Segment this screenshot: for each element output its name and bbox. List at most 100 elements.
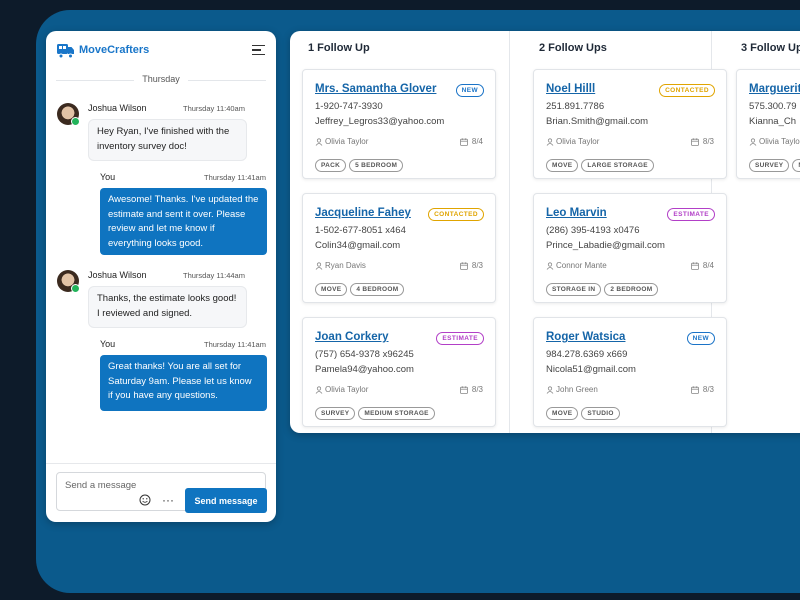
service-tag: PACK bbox=[315, 159, 347, 172]
assigned-agent: Olivia Taylor bbox=[315, 385, 368, 394]
lead-phone: 1-502-677-8051 x464 bbox=[315, 225, 406, 236]
lead-phone: (286) 395-4193 x0476 bbox=[546, 225, 640, 236]
tag-list: SURVEYMO bbox=[749, 154, 800, 172]
agent-name: John Green bbox=[556, 385, 598, 394]
assigned-agent: Olivia Taylor bbox=[546, 137, 599, 146]
person-icon bbox=[546, 261, 556, 270]
column-title: 1 Follow Up bbox=[308, 42, 370, 54]
date-value: 8/3 bbox=[471, 385, 483, 394]
online-status-dot bbox=[71, 284, 80, 293]
tag-list: MOVE LARGE STORAGE bbox=[546, 154, 657, 172]
lead-name-link[interactable]: Noel Hilll bbox=[546, 83, 595, 95]
lead-card[interactable]: Jacqueline Fahey CONTACTED 1-502-677-8051 … bbox=[302, 193, 496, 303]
online-status-dot bbox=[71, 117, 80, 126]
outgoing-message-bubble: Great thanks! You are all set for Saturd… bbox=[100, 355, 267, 411]
move-date: 8/4 bbox=[690, 261, 714, 270]
message-time: Thursday 11:44am bbox=[183, 271, 245, 280]
date-value: 8/3 bbox=[702, 137, 714, 146]
service-tag: MO bbox=[792, 159, 800, 172]
menu-bar bbox=[252, 49, 261, 51]
lead-card[interactable]: Noel Hilll CONTACTED 251.891.7786 Brian.Smi… bbox=[533, 69, 727, 179]
move-date: 8/3 bbox=[690, 137, 714, 146]
lead-email: Colin34@gmail.com bbox=[315, 240, 401, 251]
lead-name-link[interactable]: Jacqueline Fahey bbox=[315, 207, 411, 219]
assigned-agent: Ryan Davis bbox=[315, 261, 366, 270]
lead-name-link[interactable]: Joan Corkery bbox=[315, 331, 389, 343]
person-icon bbox=[546, 137, 556, 146]
assigned-agent: Olivia Taylor bbox=[315, 137, 368, 146]
lead-email: Jeffrey_Legros33@yahoo.com bbox=[315, 116, 445, 127]
lead-card[interactable]: Mrs. Samantha Glover NEW 1-920-747-3930 Jef… bbox=[302, 69, 496, 179]
column-title: 3 Follow Ups bbox=[741, 42, 800, 54]
lead-name-link[interactable]: Roger Watsica bbox=[546, 331, 625, 343]
lead-name-link[interactable]: Marguerite bbox=[749, 83, 800, 95]
lead-phone: 251.891.7786 bbox=[546, 101, 605, 112]
service-tag: LARGE STORAGE bbox=[581, 159, 654, 172]
agent-name: Ryan Davis bbox=[325, 261, 366, 270]
column-divider bbox=[509, 31, 510, 433]
chat-header: MoveCrafters bbox=[46, 31, 276, 69]
person-icon bbox=[315, 261, 325, 270]
emoji-icon[interactable] bbox=[139, 494, 151, 506]
status-badge: CONTACTED bbox=[428, 208, 484, 221]
move-date: 8/3 bbox=[690, 385, 714, 394]
agent-name: Olivia Taylor bbox=[759, 137, 800, 146]
calendar-icon bbox=[690, 385, 703, 394]
assigned-agent: Connor Mante bbox=[546, 261, 607, 270]
send-message-button[interactable]: Send message bbox=[185, 488, 267, 513]
lead-card[interactable]: Roger Watsica NEW 984.278.6369 x669 Nicola5… bbox=[533, 317, 727, 427]
message-sender: You bbox=[100, 172, 116, 182]
lead-card[interactable]: Joan Corkery ESTIMATE (757) 654-9378 x9624… bbox=[302, 317, 496, 427]
lead-name-link[interactable]: Mrs. Samantha Glover bbox=[315, 83, 436, 95]
lead-phone: (757) 654-9378 x96245 bbox=[315, 349, 414, 360]
lead-card[interactable]: Leo Marvin ESTIMATE (286) 395-4193 x0476 Pr… bbox=[533, 193, 727, 303]
message-time: Thursday 11:41am bbox=[204, 173, 266, 182]
lead-email: Prince_Labadie@gmail.com bbox=[546, 240, 665, 251]
person-icon bbox=[749, 137, 759, 146]
tag-list: STORAGE IN 2 BEDROOM bbox=[546, 278, 661, 296]
hamburger-menu-icon[interactable] bbox=[252, 45, 265, 56]
follow-up-board: 1 Follow Up 2 Follow Ups 3 Follow Ups Mr… bbox=[290, 31, 800, 433]
avatar[interactable] bbox=[57, 103, 80, 126]
service-tag: MOVE bbox=[546, 407, 579, 420]
lead-name-link[interactable]: Leo Marvin bbox=[546, 207, 607, 219]
message-sender: Joshua Wilson bbox=[88, 103, 147, 113]
message-time: Thursday 11:40am bbox=[183, 104, 245, 113]
status-badge: ESTIMATE bbox=[667, 208, 715, 221]
date-value: 8/4 bbox=[702, 261, 714, 270]
assigned-agent: John Green bbox=[546, 385, 598, 394]
message-time: Thursday 11:41am bbox=[204, 340, 266, 349]
date-value: 8/4 bbox=[471, 137, 483, 146]
calendar-icon bbox=[459, 137, 472, 146]
service-tag: 2 BEDROOM bbox=[604, 283, 659, 296]
service-tag: SURVEY bbox=[749, 159, 790, 172]
assigned-agent: Olivia Taylor bbox=[749, 137, 800, 146]
more-options-icon[interactable]: ··· bbox=[162, 493, 174, 507]
person-icon bbox=[546, 385, 556, 394]
status-badge: ESTIMATE bbox=[436, 332, 484, 345]
day-separator: Thursday bbox=[46, 73, 276, 87]
agent-name: Olivia Taylor bbox=[325, 385, 369, 394]
menu-bar bbox=[252, 45, 265, 47]
status-badge: NEW bbox=[455, 84, 484, 97]
status-badge: CONTACTED bbox=[659, 84, 715, 97]
brand-name: MoveCrafters bbox=[79, 44, 150, 56]
move-date: 8/3 bbox=[459, 261, 483, 270]
lead-card[interactable]: Marguerite 575.300.79 Kianna_Ch Olivia Tayl… bbox=[736, 69, 800, 179]
avatar[interactable] bbox=[57, 270, 80, 293]
service-tag: 4 BEDROOM bbox=[350, 283, 405, 296]
composer-divider bbox=[46, 463, 276, 464]
service-tag: 5 BEDROOM bbox=[349, 159, 404, 172]
day-label: Thursday bbox=[134, 74, 188, 84]
calendar-icon bbox=[459, 385, 472, 394]
agent-name: Olivia Taylor bbox=[325, 137, 369, 146]
lead-email: Kianna_Ch bbox=[749, 116, 797, 127]
menu-bar bbox=[252, 53, 265, 56]
calendar-icon bbox=[459, 261, 472, 270]
lead-email: Nicola51@gmail.com bbox=[546, 364, 636, 375]
service-tag: STORAGE IN bbox=[546, 283, 602, 296]
tag-list: MOVE STUDIO bbox=[546, 402, 623, 420]
lead-phone: 984.278.6369 x669 bbox=[546, 349, 628, 360]
incoming-message-bubble: Thanks, the estimate looks good! I revie… bbox=[88, 286, 247, 328]
tag-list: PACK 5 BEDROOM bbox=[315, 154, 406, 172]
